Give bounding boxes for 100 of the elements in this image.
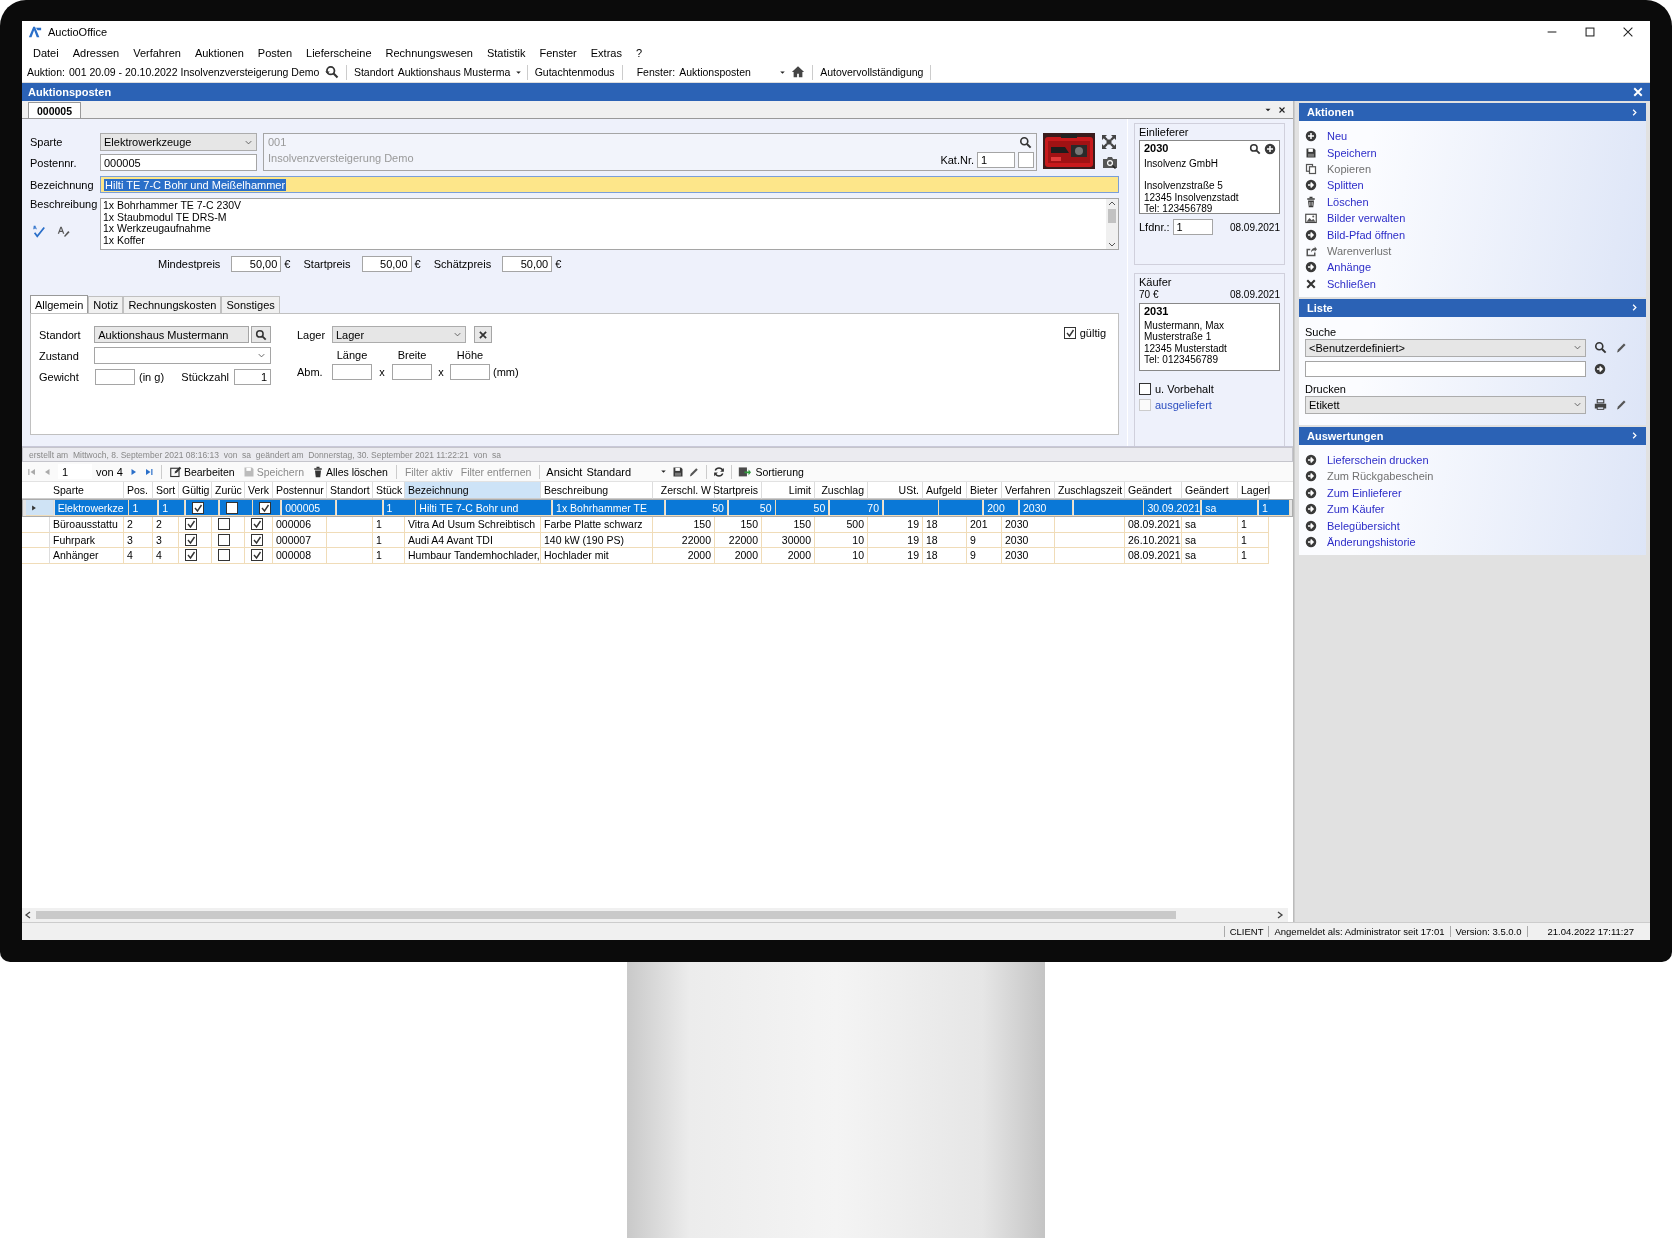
horizontal-scrollbar[interactable] xyxy=(22,908,1288,922)
storage-dropdown[interactable]: Lager xyxy=(332,326,466,343)
search-dropdown[interactable]: <Benutzerdefiniert> xyxy=(1305,338,1586,357)
expand-icon[interactable] xyxy=(1101,134,1117,150)
printer-icon[interactable] xyxy=(1594,398,1607,412)
action-link[interactable]: Zum Käufer xyxy=(1305,501,1640,518)
menu-item[interactable]: Statistik xyxy=(479,46,533,59)
toolbar-button[interactable]: Bearbeiten xyxy=(167,465,237,478)
menu-item[interactable]: Rechnungswesen xyxy=(378,46,480,59)
action-link[interactable]: Belegübersicht xyxy=(1305,517,1640,534)
menu-item[interactable]: Adressen xyxy=(65,46,127,59)
action-link[interactable]: Löschen xyxy=(1305,193,1640,210)
valid-checkbox[interactable] xyxy=(1063,326,1076,339)
table-row[interactable]: Fuhrpark 3 3 000007 1 Audi A4 Avant TDI 140 kW (190 PS) 22000 22000 30000 10 19 18 9 2030 26.10.2021 sa 1 xyxy=(22,532,1293,548)
pencil-icon[interactable] xyxy=(688,465,701,478)
checkbox[interactable] xyxy=(185,518,197,531)
print-dropdown[interactable]: Etikett xyxy=(1305,395,1586,414)
arrow-circle-icon[interactable] xyxy=(1594,362,1606,375)
menu-item[interactable]: Auktionen xyxy=(187,46,251,59)
search-icon[interactable] xyxy=(1594,341,1607,355)
description-field[interactable]: 1x Bohrhammer TE 7-C 230V 1x Staubmodul TE DRS-M 1x Werkzeugaufnahme 1x Koffer xyxy=(100,198,1119,250)
action-link[interactable]: Lieferschein drucken xyxy=(1305,451,1640,469)
sequence-field[interactable]: 1 xyxy=(1172,219,1213,235)
document-tab[interactable]: 000005 xyxy=(28,102,82,118)
plus-icon[interactable] xyxy=(1264,143,1276,155)
action-link[interactable]: Änderungshistorie xyxy=(1305,533,1640,551)
menu-item[interactable]: Verfahren xyxy=(126,46,188,59)
detail-tab[interactable]: Allgemein xyxy=(30,295,89,313)
checkbox[interactable] xyxy=(225,501,238,514)
checkbox[interactable] xyxy=(251,518,263,531)
location-field[interactable]: Auktionshaus Mustermann xyxy=(94,326,250,343)
maximize-button[interactable] xyxy=(1583,25,1597,39)
menu-item[interactable]: ? xyxy=(628,46,650,59)
detail-tab[interactable]: Rechnungskosten xyxy=(123,296,222,313)
close-button[interactable] xyxy=(1621,25,1635,39)
action-link[interactable]: Speichern xyxy=(1305,144,1640,161)
checkbox[interactable] xyxy=(218,518,230,531)
checkbox[interactable] xyxy=(218,533,230,546)
price-field[interactable]: 50,00 xyxy=(231,256,282,272)
catalog-suffix-field[interactable] xyxy=(1018,152,1034,168)
autocomplete-button[interactable]: Autovervollständigung xyxy=(820,66,924,78)
pencil-icon[interactable] xyxy=(1615,398,1628,412)
price-field[interactable]: 50,00 xyxy=(361,256,412,272)
menu-item[interactable]: Datei xyxy=(26,46,66,59)
close-icon[interactable] xyxy=(1632,86,1644,98)
checkbox[interactable] xyxy=(251,549,263,562)
action-link[interactable]: Neu xyxy=(1305,128,1640,145)
action-link[interactable]: Splitten xyxy=(1305,177,1640,194)
weight-field[interactable] xyxy=(95,368,135,385)
checkbox[interactable] xyxy=(1139,383,1151,395)
camera-search-icon[interactable] xyxy=(1101,154,1119,170)
sort-label[interactable]: Sortierung xyxy=(755,465,804,478)
clear-button[interactable] xyxy=(474,326,492,343)
menu-item[interactable]: Lieferscheine xyxy=(299,46,379,59)
table-row[interactable]: Elektrowerkze 1 1 000005 1 Hilti TE 7-C Bohr und 1x Bohrhammer TE 50 50 50 70 200 2030 30.09.2021 sa 1 xyxy=(22,499,1293,517)
window-dropdown[interactable]: Auktionsposten xyxy=(679,66,788,78)
column-header[interactable]: Bezeichnung xyxy=(405,482,541,499)
length-field[interactable] xyxy=(332,364,372,380)
export-icon[interactable] xyxy=(738,465,752,478)
refresh-icon[interactable] xyxy=(713,465,726,478)
table-row[interactable]: Anhänger 4 4 000008 1 Humbaur Tandemhochlader, Hochlader mit 2000 2000 2000 10 19 18 9 2030 08.09.2021 sa 1 xyxy=(22,548,1293,564)
menu-item[interactable]: Fenster xyxy=(532,46,584,59)
action-link[interactable]: Zum Einlieferer xyxy=(1305,484,1640,502)
search-icon[interactable] xyxy=(1019,136,1032,149)
action-link[interactable]: Bilder verwalten xyxy=(1305,209,1640,227)
location-dropdown[interactable]: Auktionshaus Musterma xyxy=(397,66,520,78)
checkbox[interactable] xyxy=(218,549,230,562)
spellcheck-icon[interactable] xyxy=(32,224,46,238)
record-field[interactable]: 1 xyxy=(58,464,92,479)
search-button[interactable] xyxy=(251,326,271,343)
search-icon[interactable] xyxy=(1249,143,1261,155)
price-field[interactable]: 50,00 xyxy=(502,256,553,272)
pencil-icon[interactable] xyxy=(1615,341,1628,355)
checkbox[interactable] xyxy=(259,501,272,514)
section-header[interactable]: Aktionen xyxy=(1299,103,1646,121)
category-dropdown[interactable]: Elektrowerkzeuge xyxy=(100,133,257,151)
lot-number-field[interactable]: 000005 xyxy=(100,154,257,171)
height-field[interactable] xyxy=(450,364,490,380)
action-link[interactable]: Schließen xyxy=(1305,275,1640,292)
checkbox[interactable] xyxy=(191,501,204,514)
width-field[interactable] xyxy=(392,364,432,380)
save-icon[interactable] xyxy=(672,465,685,478)
appraisal-mode-button[interactable]: Gutachtenmodus xyxy=(534,66,615,78)
title-field[interactable]: Hilti TE 7-C Bohr und Meißelhammer xyxy=(100,176,1119,193)
detail-tab[interactable]: Notiz xyxy=(88,296,124,313)
table-row[interactable]: Büroausstattu 2 2 000006 1 Vitra Ad Usum Schreibtisch Farbe Platte schwarz 150 150 150 500 19 18 201 2030 08.09.2021 sa 1 xyxy=(22,517,1293,533)
home-icon[interactable] xyxy=(791,65,806,79)
section-header[interactable]: Liste xyxy=(1299,298,1646,317)
detail-tab[interactable]: Sonstiges xyxy=(221,296,280,313)
search-field[interactable] xyxy=(1305,360,1586,377)
action-link[interactable]: Anhänge xyxy=(1305,259,1640,276)
auction-dropdown[interactable]: 001 20.09 - 20.10.2022 Insolvenzversteigerung Demo xyxy=(68,66,321,78)
section-header[interactable]: Auswertungen xyxy=(1299,426,1646,445)
quantity-field[interactable]: 1 xyxy=(234,368,271,385)
menu-item[interactable]: Posten xyxy=(250,46,300,59)
checkbox[interactable] xyxy=(185,549,197,562)
catalog-number-field[interactable]: 1 xyxy=(977,152,1015,168)
menu-item[interactable]: Extras xyxy=(583,46,629,59)
text-format-icon[interactable] xyxy=(56,224,70,238)
close-icon[interactable] xyxy=(1277,104,1287,115)
